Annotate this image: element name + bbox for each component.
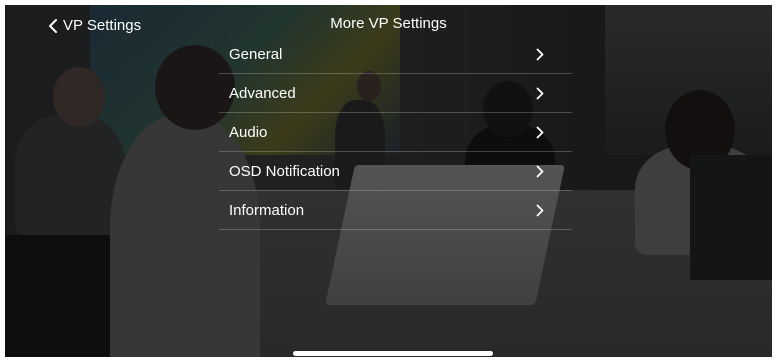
menu-item-label: Information — [229, 201, 305, 219]
menu-item-label: General — [229, 45, 283, 63]
menu-item-audio[interactable]: Audio — [219, 113, 572, 152]
menu-item-information[interactable]: Information — [219, 191, 572, 230]
chevron-right-icon — [536, 48, 544, 61]
app-screen: VP Settings More VP Settings General Adv… — [5, 5, 772, 357]
home-indicator[interactable] — [293, 351, 493, 356]
chevron-right-icon — [536, 87, 544, 100]
menu-item-label: Advanced — [229, 84, 296, 102]
page-title: More VP Settings — [330, 15, 447, 32]
chevron-right-icon — [536, 165, 544, 178]
menu-item-label: Audio — [229, 123, 268, 141]
menu-item-label: OSD Notification — [229, 162, 340, 180]
settings-menu: General Advanced Audio OSD Notification … — [219, 35, 572, 230]
menu-item-advanced[interactable]: Advanced — [219, 74, 572, 113]
menu-item-osd-notification[interactable]: OSD Notification — [219, 152, 572, 191]
chevron-right-icon — [536, 126, 544, 139]
chevron-right-icon — [536, 204, 544, 217]
menu-item-general[interactable]: General — [219, 35, 572, 74]
